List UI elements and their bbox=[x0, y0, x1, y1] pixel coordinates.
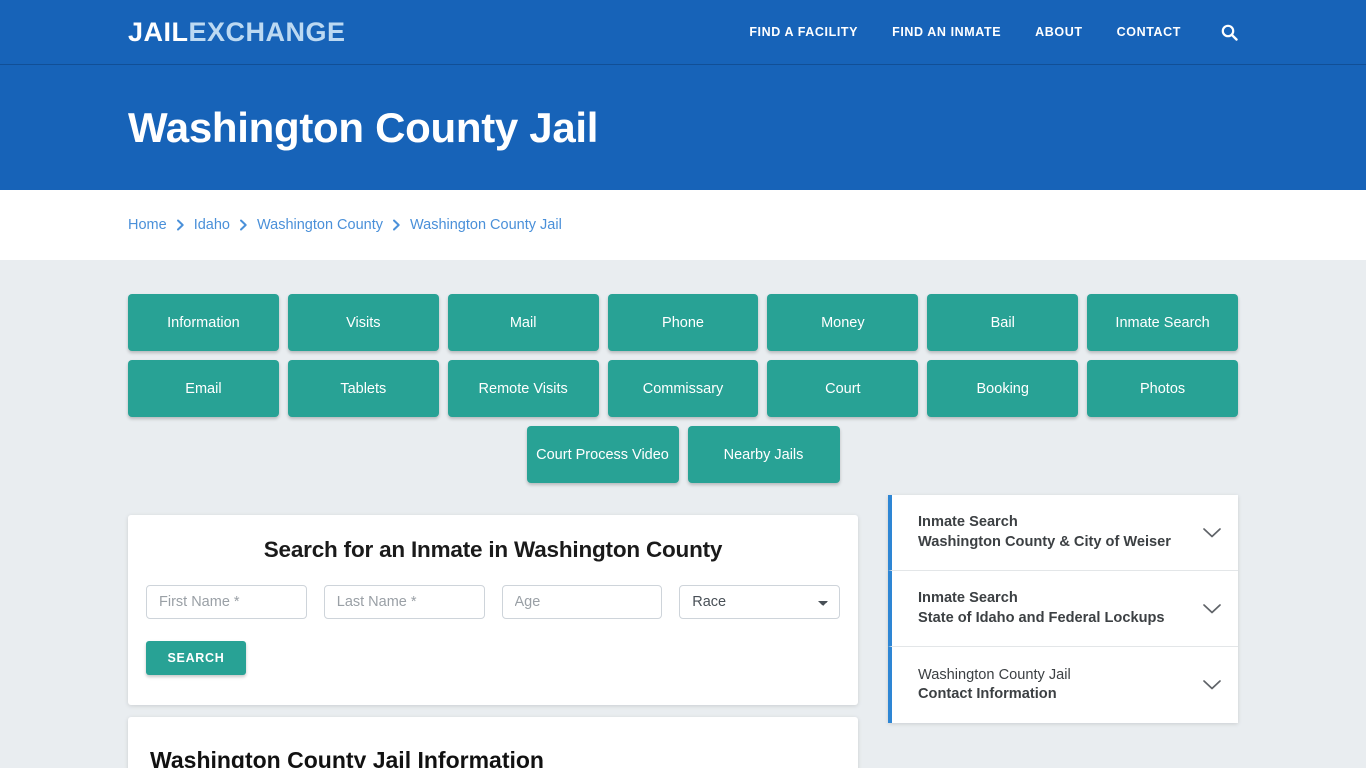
nav-item-about[interactable]: ABOUT bbox=[1035, 25, 1082, 39]
facility-button-email[interactable]: Email bbox=[128, 360, 279, 417]
facility-buttons-row-2: Email Tablets Remote Visits Commissary C… bbox=[128, 360, 1239, 417]
last-name-input[interactable] bbox=[323, 585, 485, 619]
facility-button-court[interactable]: Court bbox=[767, 360, 919, 417]
breadcrumb-item-idaho[interactable]: Idaho bbox=[194, 217, 230, 233]
breadcrumb-item-washington-county[interactable]: Washington County bbox=[257, 217, 383, 233]
accordion-line-1: Inmate Search bbox=[918, 590, 1018, 607]
facility-button-visits[interactable]: Visits bbox=[287, 294, 439, 351]
facility-button-court-process-video[interactable]: Court Process Video bbox=[526, 426, 679, 483]
accordion-line-2: Washington County & City of Weiser bbox=[918, 533, 1171, 550]
inmate-search-card: Search for an Inmate in Washington Count… bbox=[128, 515, 858, 705]
first-name-input[interactable] bbox=[146, 585, 307, 619]
inmate-search-title: Search for an Inmate in Washington Count… bbox=[263, 537, 723, 562]
chevron-right-icon bbox=[392, 219, 401, 231]
sidebar-column: Inmate Search Washington County & City o… bbox=[888, 495, 1238, 723]
accordion-line-1: Washington County Jail bbox=[918, 666, 1071, 683]
facility-button-information[interactable]: Information bbox=[128, 294, 279, 351]
search-icon[interactable] bbox=[1221, 24, 1238, 41]
page-title: Washington County Jail bbox=[128, 103, 599, 151]
facility-buttons-row-1: Information Visits Mail Phone Money Bail… bbox=[128, 294, 1239, 351]
jail-information-title: Washington County Jail Information bbox=[150, 747, 544, 768]
page-hero: Washington County Jail bbox=[0, 65, 1366, 190]
nav-item-find-an-inmate[interactable]: FIND AN INMATE bbox=[892, 25, 1001, 39]
jail-information-card: Washington County Jail Information bbox=[128, 717, 858, 768]
content-columns: Search for an Inmate in Washington Count… bbox=[128, 495, 1238, 768]
facility-button-phone[interactable]: Phone bbox=[607, 294, 759, 351]
breadcrumb-item-washington-county-jail[interactable]: Washington County Jail bbox=[410, 217, 562, 233]
facility-buttons-row-3: Court Process Video Nearby Jails bbox=[128, 426, 1238, 483]
page-body: Information Visits Mail Phone Money Bail… bbox=[0, 260, 1366, 768]
search-submit-button[interactable]: SEARCH bbox=[146, 641, 246, 675]
facility-button-bail[interactable]: Bail bbox=[927, 294, 1079, 351]
accordion-item-label: Washington County Jail Contact Informati… bbox=[918, 666, 1192, 705]
main-nav: FIND A FACILITY FIND AN INMATE ABOUT CON… bbox=[749, 24, 1238, 41]
breadcrumb-band: Home Idaho Washington County Washington … bbox=[0, 190, 1366, 260]
top-navigation-bar: JAILEXCHANGE FIND A FACILITY FIND AN INM… bbox=[0, 0, 1366, 65]
accordion-line-2: State of Idaho and Federal Lockups bbox=[918, 609, 1165, 626]
sidebar-accordion: Inmate Search Washington County & City o… bbox=[888, 495, 1238, 723]
facility-button-photos[interactable]: Photos bbox=[1087, 360, 1239, 417]
chevron-right-icon bbox=[239, 219, 248, 231]
accordion-item-label: Inmate Search Washington County & City o… bbox=[918, 513, 1192, 552]
accordion-item-inmate-search-state[interactable]: Inmate Search State of Idaho and Federal… bbox=[888, 571, 1238, 647]
facility-button-remote-visits[interactable]: Remote Visits bbox=[447, 360, 599, 417]
facility-button-money[interactable]: Money bbox=[767, 294, 919, 351]
facility-button-booking[interactable]: Booking bbox=[927, 360, 1079, 417]
facility-button-inmate-search[interactable]: Inmate Search bbox=[1087, 294, 1239, 351]
accordion-line-1: Inmate Search bbox=[918, 514, 1018, 531]
facility-button-commissary[interactable]: Commissary bbox=[607, 360, 759, 417]
race-select[interactable]: Race bbox=[679, 585, 840, 619]
age-input[interactable] bbox=[501, 585, 663, 619]
breadcrumb: Home Idaho Washington County Washington … bbox=[128, 217, 562, 233]
logo-text-secondary: EXCHANGE bbox=[188, 16, 346, 47]
accordion-item-label: Inmate Search State of Idaho and Federal… bbox=[918, 589, 1192, 628]
main-column: Search for an Inmate in Washington Count… bbox=[128, 515, 858, 768]
accordion-line-2: Contact Information bbox=[918, 686, 1057, 702]
facility-button-tablets[interactable]: Tablets bbox=[287, 360, 439, 417]
facility-button-nearby-jails[interactable]: Nearby Jails bbox=[687, 426, 840, 483]
nav-item-find-a-facility[interactable]: FIND A FACILITY bbox=[749, 25, 858, 39]
accordion-item-contact-information[interactable]: Washington County Jail Contact Informati… bbox=[888, 647, 1238, 723]
facility-section-buttons: Information Visits Mail Phone Money Bail… bbox=[128, 260, 1239, 483]
nav-item-contact[interactable]: CONTACT bbox=[1117, 25, 1181, 39]
accordion-item-inmate-search-county[interactable]: Inmate Search Washington County & City o… bbox=[888, 495, 1238, 571]
chevron-down-icon[interactable] bbox=[1202, 679, 1222, 691]
chevron-down-icon[interactable] bbox=[1202, 527, 1222, 539]
inmate-search-fields: Race bbox=[146, 585, 840, 619]
breadcrumb-item-home[interactable]: Home bbox=[128, 217, 167, 233]
chevron-right-icon bbox=[176, 219, 185, 231]
site-logo[interactable]: JAILEXCHANGE bbox=[128, 17, 346, 48]
facility-button-mail[interactable]: Mail bbox=[447, 294, 599, 351]
logo-text-primary: JAIL bbox=[128, 16, 189, 47]
chevron-down-icon[interactable] bbox=[1202, 603, 1222, 615]
